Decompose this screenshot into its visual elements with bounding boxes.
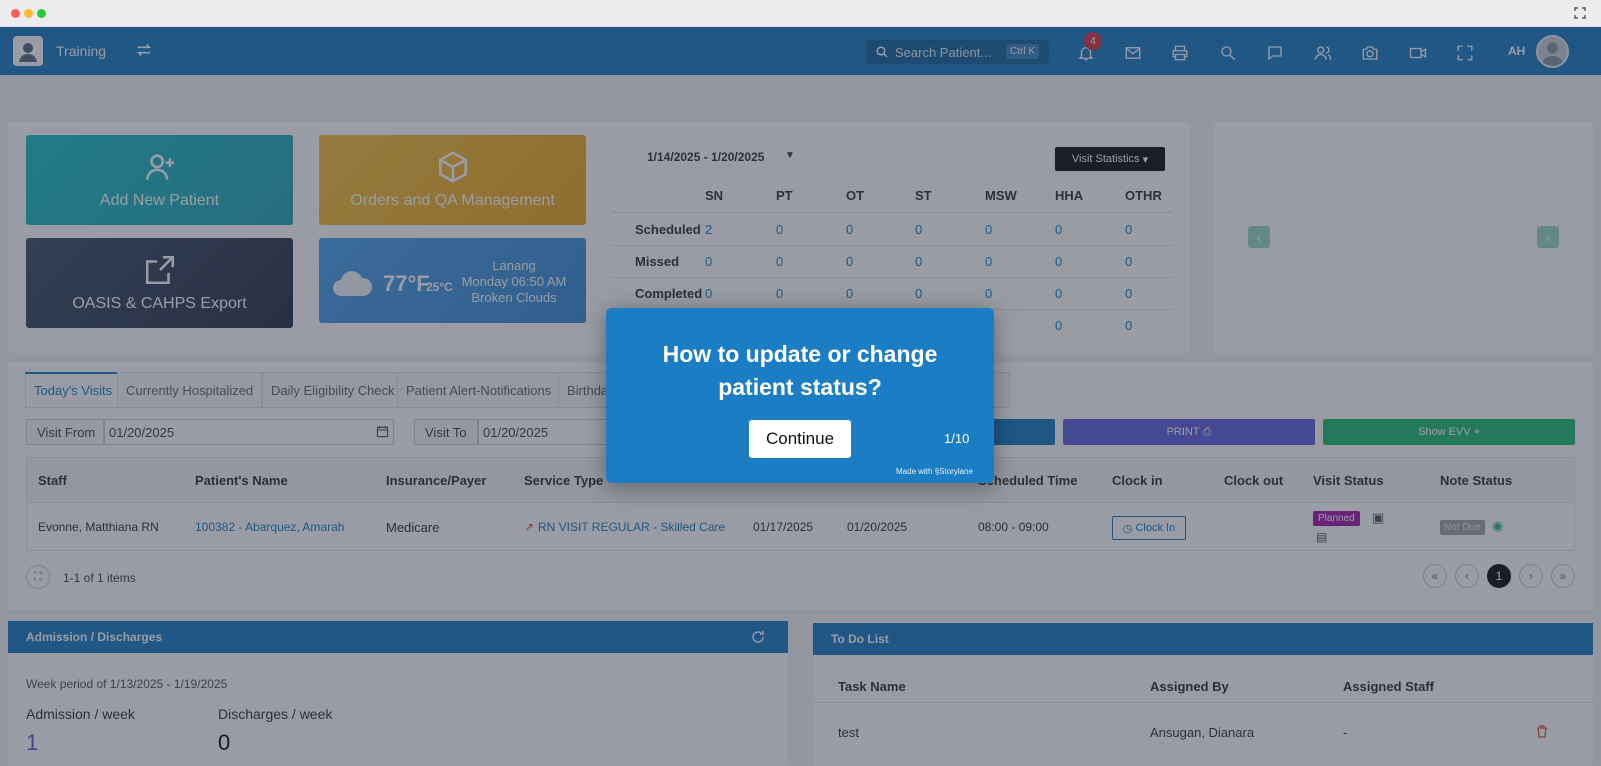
made-with-label: Made with [896, 467, 933, 476]
maximize-window-button[interactable] [37, 9, 46, 18]
close-window-button[interactable] [11, 9, 20, 18]
storylane-credit[interactable]: Made with §Storylane [896, 467, 973, 476]
brand-name: Storylane [939, 467, 973, 476]
tour-popup: How to update or change patient status? … [606, 308, 994, 483]
tour-title: How to update or change patient status? [662, 341, 938, 400]
fullscreen-icon[interactable] [1574, 7, 1586, 19]
minimize-window-button[interactable] [24, 9, 33, 18]
tour-step-counter: 1/10 [944, 431, 970, 446]
window-titlebar [0, 0, 1601, 27]
continue-button[interactable]: Continue [749, 420, 851, 458]
